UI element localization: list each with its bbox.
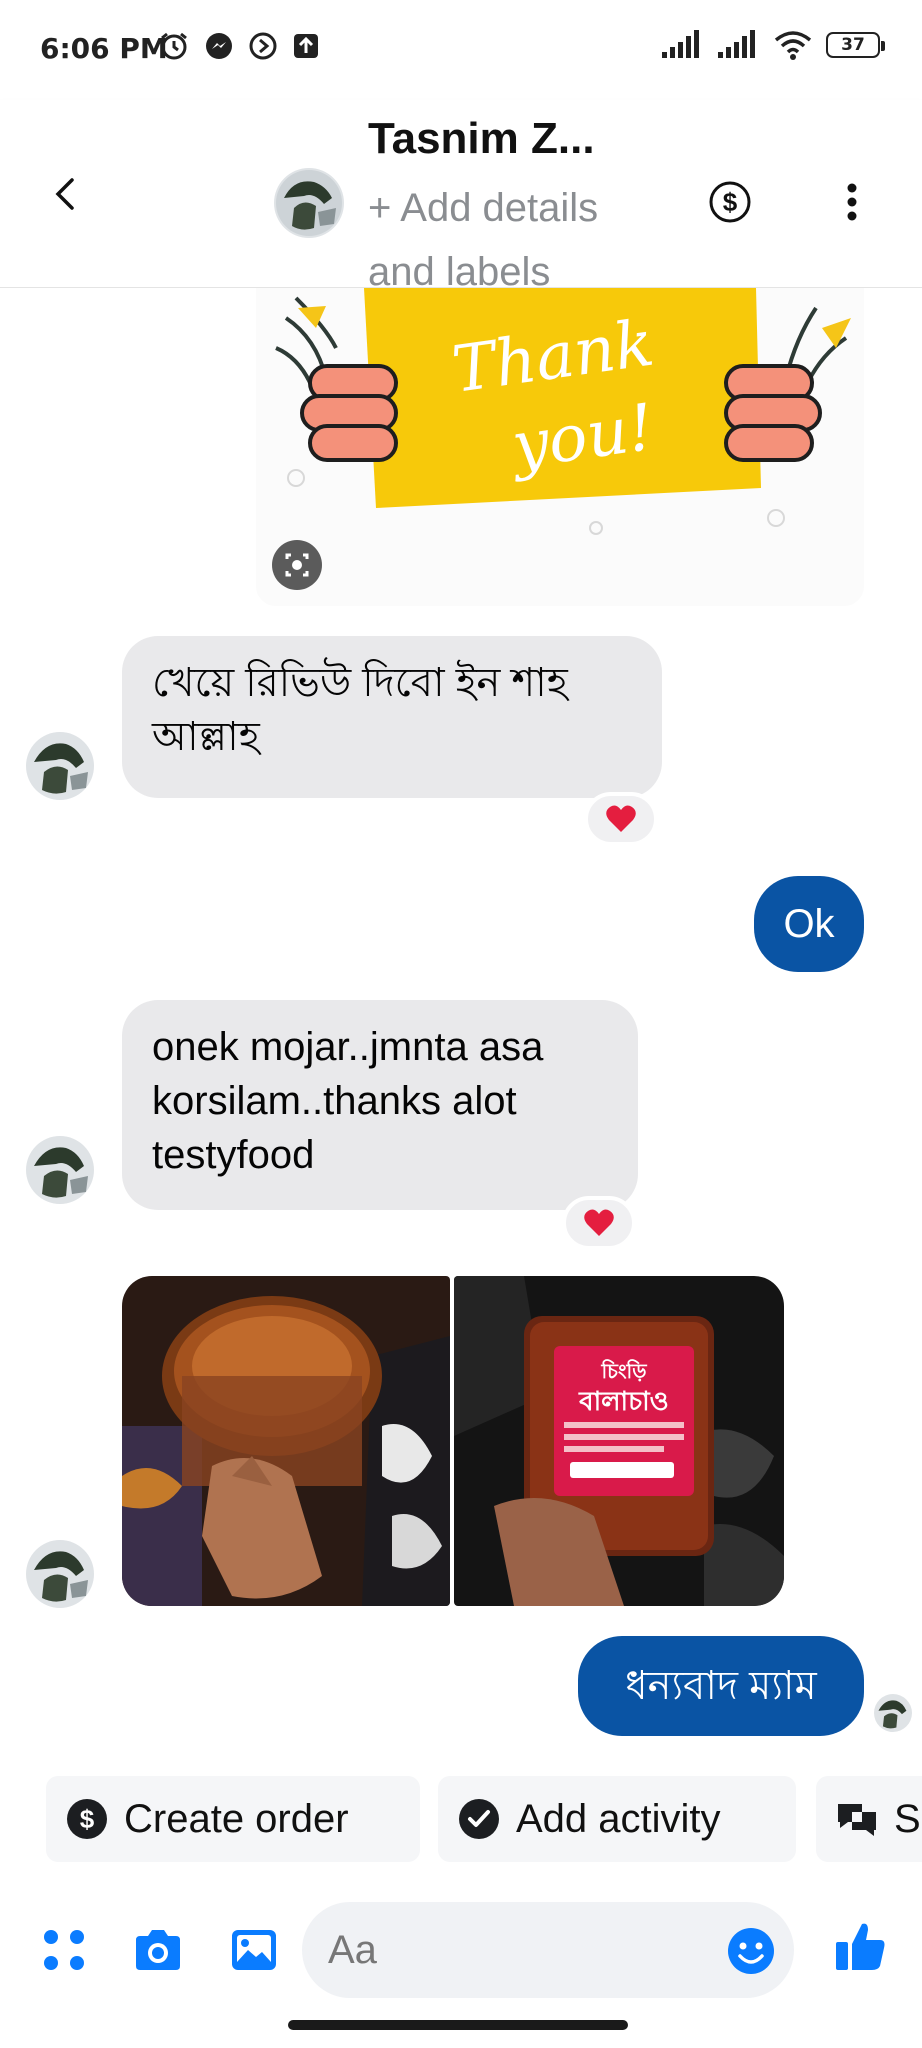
product-label-main: বালাচাও — [578, 1387, 669, 1417]
message-composer — [0, 1894, 922, 2004]
heart-icon — [606, 805, 636, 832]
status-bar: 6:06 PM 37 — [0, 0, 922, 100]
sender-avatar[interactable] — [26, 1136, 94, 1204]
thank-you-image[interactable]: Thank you! — [256, 288, 864, 606]
signal-icon — [718, 30, 755, 58]
saved-replies-button[interactable]: S — [816, 1776, 922, 1862]
upload-icon — [294, 34, 318, 58]
shared-photo-2[interactable]: চিংড়ি বালাচাও — [454, 1276, 784, 1606]
message-input-container[interactable] — [302, 1902, 794, 1998]
heart-reaction[interactable] — [562, 1196, 636, 1250]
sender-avatar[interactable] — [26, 1540, 94, 1608]
seen-receipt-avatar — [874, 1694, 912, 1732]
visual-search-icon[interactable] — [272, 540, 322, 590]
incoming-message[interactable]: খেয়ে রিভিউ দিবো ইন শাহ আল্লাহ — [122, 636, 662, 798]
sender-avatar[interactable] — [26, 732, 94, 800]
incoming-message[interactable]: onek mojar..jmnta asa korsilam..thanks a… — [122, 1000, 638, 1210]
dollar-circle-icon: $ — [67, 1799, 107, 1839]
contact-avatar[interactable] — [274, 168, 344, 238]
signal-icon — [662, 30, 699, 58]
outgoing-message[interactable]: Ok — [754, 876, 864, 972]
emoji-icon[interactable] — [726, 1926, 776, 1976]
quick-actions-bar: $ Create order Add activity S — [0, 1776, 922, 1866]
back-arrow-icon[interactable] — [46, 174, 86, 214]
sync-icon — [249, 32, 277, 60]
heart-reaction[interactable] — [584, 792, 658, 846]
status-time: 6:06 PM — [40, 32, 168, 65]
more-actions-icon[interactable] — [38, 1924, 90, 1976]
battery-indicator: 37 — [826, 32, 885, 58]
shared-photo-1[interactable] — [122, 1276, 450, 1606]
wifi-icon — [774, 31, 812, 60]
svg-text:$: $ — [80, 1804, 95, 1834]
more-options-icon[interactable] — [834, 180, 870, 224]
add-activity-button[interactable]: Add activity — [438, 1776, 796, 1862]
check-circle-icon — [459, 1799, 499, 1839]
product-label-top: চিংড়ি — [600, 1359, 647, 1383]
message-input[interactable] — [328, 1920, 708, 1980]
messenger-icon — [206, 33, 232, 59]
gallery-icon[interactable] — [228, 1924, 280, 1976]
home-indicator — [288, 2020, 628, 2030]
like-thumbs-up-icon[interactable] — [832, 1918, 888, 1974]
chat-bubbles-icon — [838, 1804, 876, 1836]
alarm-icon — [161, 32, 187, 60]
conversation-header: Tasnim Z... + Add details and labels $ — [0, 100, 922, 294]
outgoing-message[interactable]: ধন্যবাদ ম্যাম — [578, 1636, 864, 1736]
message-list[interactable]: Thank you! খেয়ে রিভিউ দিবো ইন শাহ আল্লা… — [0, 288, 922, 1768]
dollar-circle-icon[interactable]: $ — [708, 180, 752, 224]
camera-icon[interactable] — [132, 1924, 184, 1976]
svg-text:$: $ — [723, 187, 738, 217]
create-order-button[interactable]: $ Create order — [46, 1776, 420, 1862]
contact-name[interactable]: Tasnim Z... — [368, 114, 595, 164]
add-details-link[interactable]: + Add details and labels — [368, 176, 668, 304]
heart-icon — [584, 1209, 614, 1236]
